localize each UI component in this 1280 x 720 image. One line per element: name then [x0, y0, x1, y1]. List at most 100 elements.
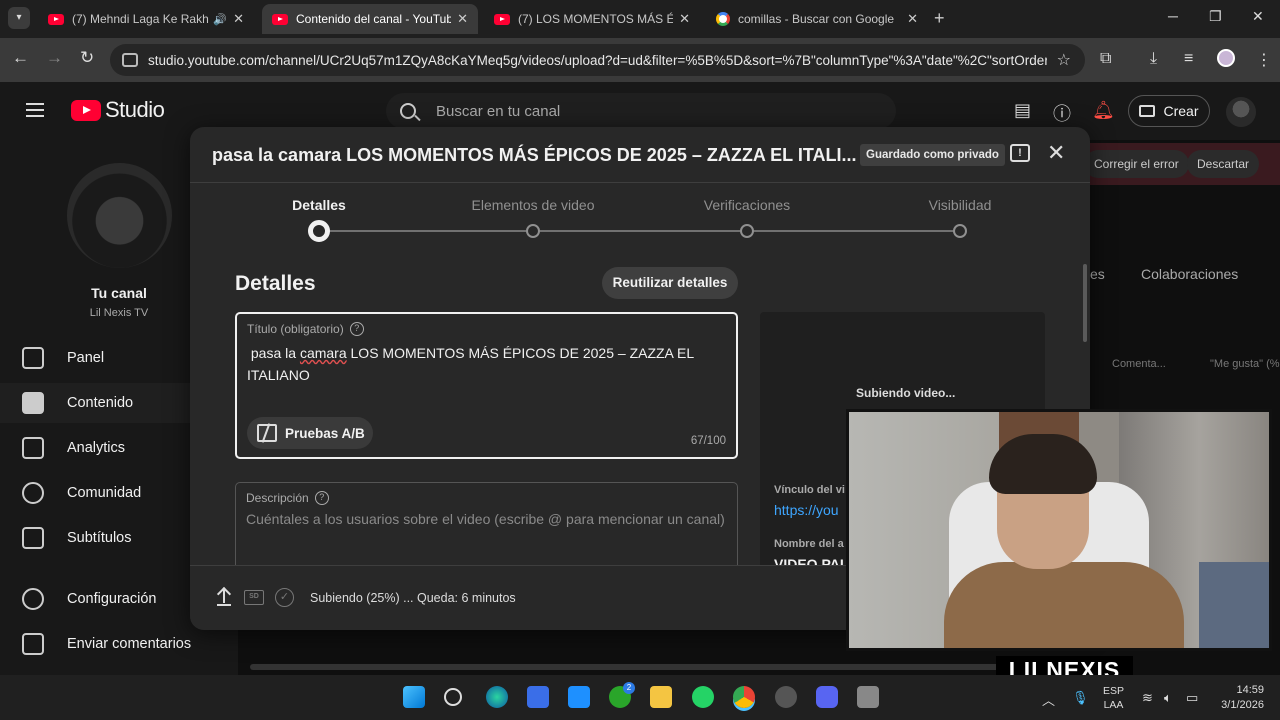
- stepper-track: [319, 230, 960, 232]
- subtitles-header-icon[interactable]: ▤: [1014, 100, 1031, 121]
- title-text-part: pasa la: [247, 345, 300, 361]
- address-bar[interactable]: studio.youtube.com/channel/UCr2Uq57m1ZQy…: [110, 44, 1085, 76]
- restore-icon[interactable]: ❐: [1209, 8, 1222, 25]
- show-hidden-icons-chevron-icon[interactable]: ︿: [1042, 690, 1055, 709]
- whatsapp-icon[interactable]: [692, 686, 714, 708]
- reload-icon[interactable]: ↻: [80, 48, 94, 68]
- horizontal-scrollbar[interactable]: [250, 664, 1010, 670]
- step-visibility[interactable]: Visibilidad: [885, 197, 1035, 213]
- microsoft-store-icon[interactable]: [527, 686, 549, 708]
- discard-button[interactable]: Descartar: [1187, 150, 1260, 178]
- reuse-details-button[interactable]: Reutilizar detalles: [602, 267, 738, 299]
- wifi-icon[interactable]: ≋: [1142, 690, 1153, 706]
- download-icon[interactable]: ⤓: [1150, 50, 1157, 68]
- sidebar-item-label: Contenido: [67, 395, 134, 411]
- clock-time: 14:59: [1236, 684, 1264, 696]
- channel-search[interactable]: [386, 93, 896, 129]
- back-icon[interactable]: ←: [12, 48, 29, 68]
- app-window-icon[interactable]: [568, 686, 590, 708]
- video-link[interactable]: https://you: [774, 502, 839, 518]
- edge-browser-icon[interactable]: [486, 686, 508, 708]
- forward-icon[interactable]: →: [46, 48, 63, 68]
- content-tab-partial[interactable]: es: [1090, 266, 1105, 282]
- ab-testing-button[interactable]: Pruebas A/B: [247, 417, 373, 449]
- close-tab-icon[interactable]: ✕: [457, 11, 468, 27]
- volume-icon[interactable]: 🔈︎: [1164, 690, 1172, 706]
- analytics-icon: [22, 437, 44, 459]
- close-tab-icon[interactable]: ✕: [907, 11, 918, 27]
- minimize-icon[interactable]: ─: [1168, 8, 1178, 24]
- site-info-icon[interactable]: [122, 53, 138, 67]
- report-feedback-icon[interactable]: !: [1010, 144, 1030, 162]
- tab-label: (7) Mehndi Laga Ke Rakhna: [72, 12, 210, 26]
- title-input-value[interactable]: pasa la camara LOS MOMENTOS MÁS ÉPICOS D…: [247, 342, 717, 386]
- youtube-icon: [494, 13, 510, 25]
- bookmark-star-icon[interactable]: ☆: [1057, 50, 1071, 70]
- taskbar-search-icon[interactable]: [444, 688, 462, 706]
- microphone-icon[interactable]: 🎙︎: [1072, 690, 1089, 706]
- browser-tab[interactable]: comillas - Buscar con Google ✕: [706, 4, 928, 34]
- speaker-icon[interactable]: 🔊: [213, 13, 227, 26]
- browser-tab[interactable]: (7) LOS MOMENTOS MÁS ÉPICOS ✕: [484, 4, 700, 34]
- studio-logo[interactable]: Studio: [71, 97, 165, 123]
- url-text[interactable]: studio.youtube.com/channel/UCr2Uq57m1ZQy…: [148, 53, 1047, 68]
- media-control-icon[interactable]: ≡: [1184, 50, 1193, 68]
- account-avatar[interactable]: [1226, 97, 1256, 127]
- file-explorer-icon[interactable]: [650, 686, 672, 708]
- step-dot-video-elements[interactable]: [526, 224, 540, 238]
- dialog-scrollbar[interactable]: [1083, 264, 1087, 342]
- discord-icon[interactable]: [816, 686, 838, 708]
- chrome-menu-icon[interactable]: ⋮: [1256, 50, 1272, 70]
- chrome-icon[interactable]: [733, 686, 755, 708]
- windows-start-icon[interactable]: [403, 686, 425, 708]
- capture-app-icon[interactable]: [857, 686, 879, 708]
- fix-error-button[interactable]: Corregir el error: [1084, 150, 1189, 178]
- notification-count-badge: 2: [623, 682, 635, 694]
- channel-search-input[interactable]: [436, 102, 836, 120]
- obs-icon[interactable]: [775, 686, 797, 708]
- sidebar-item-label: Subtítulos: [67, 530, 132, 546]
- channel-avatar[interactable]: [67, 163, 172, 268]
- feedback-icon: [22, 633, 44, 655]
- step-dot-details[interactable]: [308, 220, 330, 242]
- browser-tab-active[interactable]: Contenido del canal - YouTube ✕: [262, 4, 478, 34]
- step-dot-visibility[interactable]: [953, 224, 967, 238]
- step-dot-checks[interactable]: [740, 224, 754, 238]
- help-circle-icon[interactable]: ?: [314, 491, 329, 505]
- profile-avatar[interactable]: [1217, 49, 1235, 67]
- sidebar-item-send-feedback[interactable]: Enviar comentarios: [0, 624, 238, 664]
- upload-status: Subiendo (25%) ... Queda: 6 minutos: [310, 591, 516, 605]
- step-details[interactable]: Detalles: [244, 197, 394, 213]
- misspelled-word: camara: [299, 345, 347, 361]
- notifications-bell-icon[interactable]: 🔔︎: [1092, 100, 1115, 121]
- step-video-elements[interactable]: Elementos de video: [458, 197, 608, 213]
- create-button[interactable]: Crear: [1128, 95, 1210, 127]
- help-icon[interactable]: ⓘ: [1053, 100, 1071, 126]
- close-dialog-icon[interactable]: ✕: [1047, 140, 1065, 166]
- language-indicator[interactable]: ESP LAA: [1103, 684, 1124, 712]
- extensions-icon[interactable]: ⧉: [1100, 50, 1111, 68]
- column-header-likes[interactable]: "Me gusta" (%: [1210, 358, 1280, 370]
- close-tab-icon[interactable]: ✕: [233, 11, 244, 27]
- title-char-counter: 67/100: [690, 435, 726, 447]
- filename-label: Nombre del a: [774, 538, 844, 550]
- close-tab-icon[interactable]: ✕: [679, 11, 690, 27]
- tab-search-chevron-icon[interactable]: ▾: [8, 7, 30, 29]
- studio-logo-text: Studio: [105, 97, 165, 122]
- column-header-comments[interactable]: Comenta...: [1112, 358, 1166, 370]
- step-checks[interactable]: Verificaciones: [672, 197, 822, 213]
- video-camera-icon: [1139, 105, 1156, 117]
- browser-tab[interactable]: (7) Mehndi Laga Ke Rakhna 🔊 ✕: [38, 4, 254, 34]
- help-circle-icon[interactable]: ?: [349, 322, 364, 336]
- battery-icon[interactable]: ▭: [1186, 690, 1198, 706]
- sidebar-item-label: Comunidad: [67, 485, 142, 501]
- tab-collaborations[interactable]: Colaboraciones: [1141, 266, 1238, 282]
- hamburger-menu-icon[interactable]: [26, 103, 44, 117]
- window-close-icon[interactable]: ✕: [1252, 8, 1264, 25]
- title-field[interactable]: Título (obligatorio) ? pasa la camara LO…: [235, 312, 738, 459]
- sidebar-item-label: Configuración: [67, 591, 157, 607]
- description-field-label: Descripción ?: [246, 491, 329, 505]
- system-clock[interactable]: 14:59 3/1/2026: [1210, 683, 1264, 713]
- new-tab-icon[interactable]: +: [934, 8, 945, 29]
- description-placeholder[interactable]: Cuéntales a los usuarios sobre el video …: [246, 511, 725, 527]
